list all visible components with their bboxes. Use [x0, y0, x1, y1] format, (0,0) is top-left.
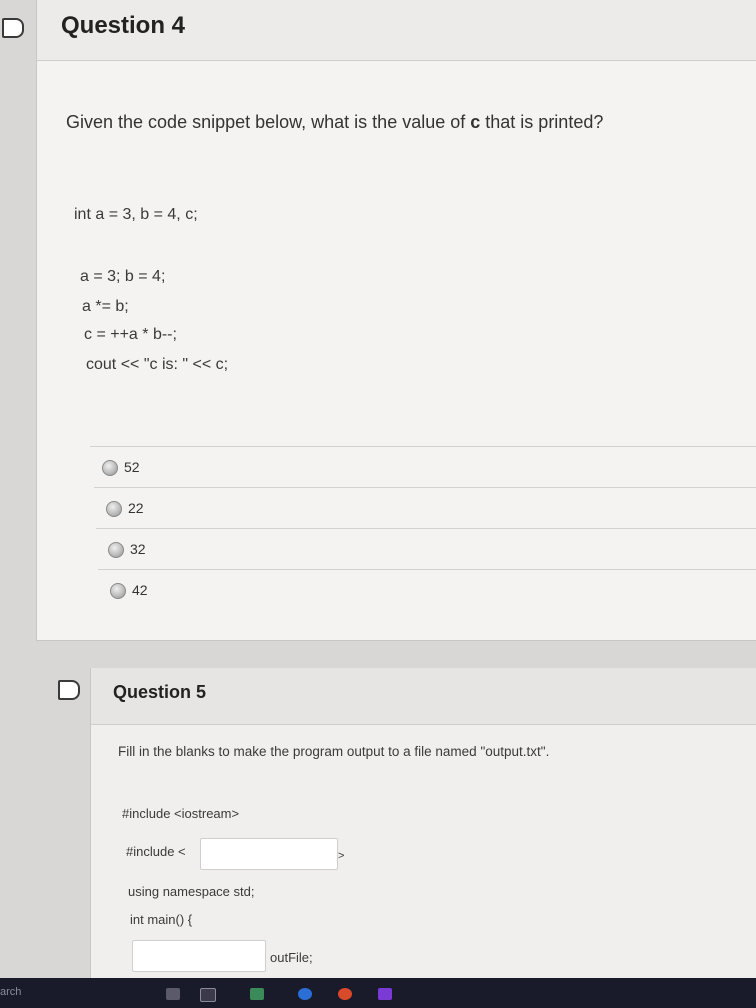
radio-button[interactable] — [106, 501, 122, 517]
code-line: a *= b; — [82, 298, 129, 315]
question-4-prompt: Given the code snippet below, what is th… — [66, 112, 604, 132]
code-line: #include < — [126, 844, 186, 859]
question-4-header: Question 4 — [37, 0, 756, 61]
answer-label: 52 — [124, 459, 140, 475]
code-line-suffix: outFile; — [270, 950, 313, 965]
mic-icon[interactable] — [166, 988, 180, 1000]
code-line: using namespace std; — [128, 884, 255, 899]
task-view-icon[interactable] — [200, 988, 216, 1002]
answer-option[interactable]: 32 — [96, 528, 756, 569]
answer-label: 32 — [130, 541, 146, 557]
question-5-title: Question 5 — [113, 682, 207, 702]
radio-button[interactable] — [108, 542, 124, 558]
app-icon[interactable] — [378, 988, 392, 1000]
radio-button[interactable] — [102, 460, 118, 476]
radio-button[interactable] — [110, 583, 126, 599]
app-icon[interactable] — [250, 988, 264, 1000]
taskbar-search[interactable]: arch — [0, 986, 21, 998]
code-line: c = ++a * b--; — [84, 326, 177, 343]
answer-label: 42 — [132, 582, 148, 598]
code-line: #include <iostream> — [122, 806, 240, 821]
code-line: cout << "c is: " << c; — [86, 356, 229, 373]
flag-question-icon[interactable] — [58, 680, 80, 700]
browser-icon[interactable] — [298, 988, 312, 1000]
code-line-suffix: > — [338, 850, 345, 862]
code-line: a = 3; b = 4; — [80, 268, 166, 285]
header-blank-input[interactable] — [200, 838, 338, 870]
question-5-prompt: Fill in the blanks to make the program o… — [118, 744, 550, 759]
taskbar: arch — [0, 978, 756, 1008]
question-5-header: Question 5 — [91, 668, 756, 725]
answer-options: 52 22 32 42 — [90, 446, 756, 610]
prompt-variable: c — [470, 112, 481, 132]
code-line: int main() { — [130, 912, 193, 927]
browser-icon[interactable] — [338, 988, 352, 1000]
answer-option[interactable]: 52 — [90, 446, 756, 487]
answer-option[interactable]: 22 — [94, 487, 756, 528]
answer-option[interactable]: 42 — [98, 569, 756, 610]
answer-label: 22 — [128, 500, 144, 516]
stream-type-blank-input[interactable] — [132, 940, 266, 972]
question-5-card: Question 5 — [90, 668, 756, 978]
code-line: int a = 3, b = 4, c; — [74, 206, 198, 223]
question-4-title: Question 4 — [61, 12, 186, 39]
flag-question-icon[interactable] — [2, 18, 24, 38]
